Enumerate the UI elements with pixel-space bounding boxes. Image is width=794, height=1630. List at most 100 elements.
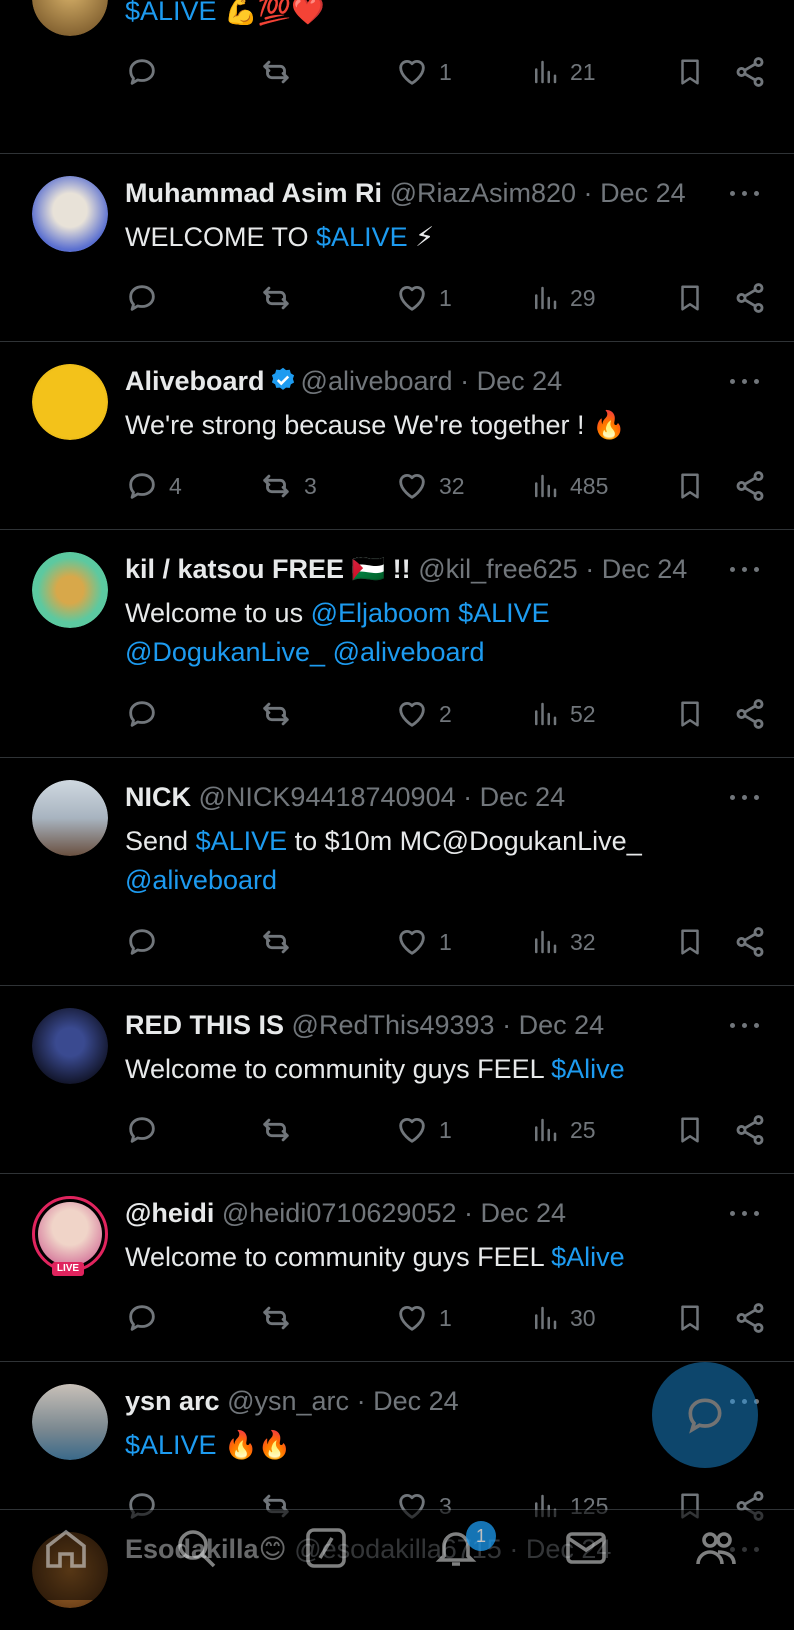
tweet-link[interactable]: @DogukanLive_ <box>125 637 325 667</box>
more-options-icon[interactable] <box>730 369 764 393</box>
retweet-button[interactable] <box>258 694 304 734</box>
reply-button[interactable] <box>125 694 169 734</box>
like-button[interactable]: 1 <box>395 278 452 318</box>
more-options-icon[interactable] <box>730 1013 764 1037</box>
more-options-icon[interactable] <box>730 181 764 205</box>
avatar[interactable] <box>32 364 108 440</box>
reply-button[interactable] <box>125 1110 169 1150</box>
author-name[interactable]: RED THIS IS <box>125 1010 284 1040</box>
retweet-button[interactable] <box>258 1298 304 1338</box>
share-button[interactable] <box>733 278 767 318</box>
author-name[interactable]: Muhammad Asim Ri <box>125 178 382 208</box>
tweet-date[interactable]: Dec 24 <box>519 1010 605 1040</box>
reply-button[interactable] <box>125 278 169 318</box>
like-button[interactable]: 1 <box>395 52 452 92</box>
messages-icon[interactable] <box>562 1524 610 1572</box>
tweet-date[interactable]: Dec 24 <box>373 1386 459 1416</box>
reply-button[interactable]: 4 <box>125 466 182 506</box>
tweet-link[interactable]: @aliveboard <box>333 637 485 667</box>
like-button[interactable]: 2 <box>395 694 452 734</box>
compose-reply-button[interactable] <box>652 1362 758 1468</box>
avatar[interactable] <box>32 1384 108 1460</box>
like-button[interactable]: 1 <box>395 1298 452 1338</box>
tweet-date[interactable]: Dec 24 <box>600 178 686 208</box>
tweet-date[interactable]: Dec 24 <box>602 554 688 584</box>
avatar[interactable] <box>32 0 108 36</box>
tweet-date[interactable]: Dec 24 <box>477 366 563 396</box>
views-button[interactable]: 52 <box>530 694 596 734</box>
tweet-link[interactable]: @aliveboard <box>125 865 277 895</box>
bookmark-button[interactable] <box>675 52 705 92</box>
author-handle[interactable]: @aliveboard <box>301 366 453 396</box>
more-options-icon[interactable] <box>730 1201 764 1225</box>
search-icon[interactable] <box>172 1524 220 1572</box>
tweet-link[interactable]: $Alive <box>551 1054 625 1084</box>
author-name[interactable]: kil / katsou FREE 🇵🇸 !! <box>125 554 411 584</box>
author-handle[interactable]: @kil_free625 <box>418 554 578 584</box>
share-button[interactable] <box>733 694 767 734</box>
author-handle[interactable]: @ysn_arc <box>227 1386 349 1416</box>
tweet[interactable]: Aliveboard @aliveboard · Dec 24 We're stro… <box>0 342 794 530</box>
tweet-link[interactable]: $Alive <box>551 1242 625 1272</box>
author-name[interactable]: @heidi <box>125 1198 214 1228</box>
tweet[interactable]: kil / katsou FREE 🇵🇸 !! @kil_free625 · D… <box>0 530 794 758</box>
avatar[interactable] <box>32 176 108 252</box>
views-button[interactable]: 29 <box>530 278 596 318</box>
communities-icon[interactable] <box>692 1524 740 1572</box>
share-button[interactable] <box>733 1110 767 1150</box>
share-button[interactable] <box>733 466 767 506</box>
tweet-date[interactable]: Dec 24 <box>480 782 566 812</box>
share-button[interactable] <box>733 52 767 92</box>
retweet-button[interactable] <box>258 52 304 92</box>
retweet-button[interactable] <box>258 1110 304 1150</box>
tweet-link[interactable]: $ALIVE <box>125 0 217 26</box>
home-icon[interactable] <box>42 1524 90 1572</box>
views-button[interactable]: 485 <box>530 466 608 506</box>
bookmark-button[interactable] <box>675 1110 705 1150</box>
like-button[interactable]: 1 <box>395 1110 452 1150</box>
tweet-date[interactable]: Dec 24 <box>481 1198 567 1228</box>
more-options-icon[interactable] <box>730 785 764 809</box>
bookmark-button[interactable] <box>675 278 705 318</box>
retweet-button[interactable] <box>258 278 304 318</box>
author-name[interactable]: ysn arc <box>125 1386 220 1416</box>
tweet-link[interactable]: $ALIVE <box>196 826 288 856</box>
like-button[interactable]: 1 <box>395 922 452 962</box>
share-button[interactable] <box>733 922 767 962</box>
reply-button[interactable] <box>125 1298 169 1338</box>
author-handle[interactable]: @NICK94418740904 <box>199 782 456 812</box>
reply-button[interactable] <box>125 922 169 962</box>
tweet-link[interactable]: $ALIVE <box>316 222 408 252</box>
views-button[interactable]: 21 <box>530 52 596 92</box>
author-name[interactable]: Aliveboard <box>125 366 265 396</box>
retweet-button[interactable] <box>258 922 304 962</box>
grok-icon[interactable] <box>302 1524 350 1572</box>
tweet[interactable]: Akinson cumberbatc @2005Qf520 · Dec 24$A… <box>0 0 794 154</box>
views-button[interactable]: 30 <box>530 1298 596 1338</box>
views-button[interactable]: 25 <box>530 1110 596 1150</box>
avatar[interactable] <box>32 1196 108 1272</box>
avatar[interactable] <box>32 1008 108 1084</box>
tweet[interactable]: LIVE @heidi @heidi0710629052 · Dec 24 Welc… <box>0 1174 794 1362</box>
tweet-link[interactable]: @Eljaboom <box>311 598 451 628</box>
author-handle[interactable]: @RiazAsim820 <box>390 178 576 208</box>
bookmark-button[interactable] <box>675 1298 705 1338</box>
tweet[interactable]: RED THIS IS @RedThis49393 · Dec 24 Welcom… <box>0 986 794 1174</box>
more-options-icon[interactable] <box>730 557 764 581</box>
avatar[interactable] <box>32 780 108 856</box>
reply-button[interactable] <box>125 52 169 92</box>
tweet-link[interactable]: $ALIVE <box>125 1430 217 1460</box>
share-button[interactable] <box>733 1298 767 1338</box>
bookmark-button[interactable] <box>675 922 705 962</box>
avatar[interactable] <box>32 552 108 628</box>
author-handle[interactable]: @RedThis49393 <box>292 1010 495 1040</box>
bookmark-button[interactable] <box>675 466 705 506</box>
tweet[interactable]: Muhammad Asim Ri @RiazAsim820 · Dec 24 WE… <box>0 154 794 342</box>
tweet[interactable]: NICK @NICK94418740904 · Dec 24 Send $ALIV… <box>0 758 794 986</box>
retweet-button[interactable]: 3 <box>258 466 317 506</box>
like-button[interactable]: 32 <box>395 466 465 506</box>
author-handle[interactable]: @heidi0710629052 <box>222 1198 457 1228</box>
bookmark-button[interactable] <box>675 694 705 734</box>
views-button[interactable]: 32 <box>530 922 596 962</box>
tweet-link[interactable]: $ALIVE <box>458 598 550 628</box>
